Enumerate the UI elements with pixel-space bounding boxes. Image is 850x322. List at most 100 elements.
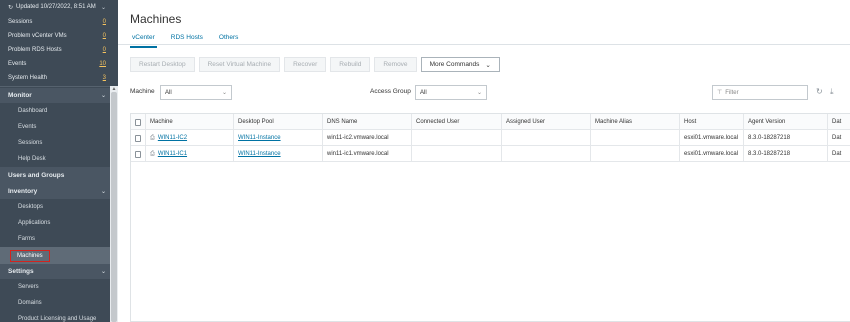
machine-link[interactable]: WIN11-IC1 (158, 151, 187, 157)
access-group-label: Access Group (370, 88, 411, 95)
agent-version-cell: 8.3.0-18287218 (743, 146, 827, 162)
host-cell: esxi01.vmware.local (679, 146, 743, 162)
updated-row[interactable]: ↻ Updated 10/27/2022, 8:51 AM ⌄ (0, 0, 110, 14)
connected-user-cell (411, 130, 501, 146)
sidebar-item-help-desk[interactable]: Help Desk (0, 151, 110, 167)
restart-desktop-button[interactable]: Restart Desktop (130, 57, 195, 72)
sidebar-item-label: Applications (18, 220, 51, 226)
sidebar-item-label: Farms (18, 236, 35, 242)
col-machine-alias[interactable]: Machine Alias (590, 114, 679, 130)
tab-others[interactable]: Others (217, 32, 241, 48)
chevron-down-icon[interactable]: ⌄ (101, 92, 106, 99)
machine-link[interactable]: WIN11-IC2 (158, 135, 187, 141)
sidebar-item-label: Problem RDS Hosts (8, 47, 62, 53)
section-label: Inventory (8, 187, 38, 195)
count-badge[interactable]: 3 (103, 75, 106, 81)
count-badge[interactable]: 10 (99, 61, 106, 67)
filter-bar: Machine All ⌄ Access Group All ⌄ ⊤ Filte… (130, 85, 842, 101)
dat-cell: Dat (827, 130, 850, 146)
sidebar-item-events[interactable]: Events (0, 119, 110, 135)
col-desktop-pool[interactable]: Desktop Pool (233, 114, 322, 130)
export-icon[interactable]: ⤓ (830, 87, 834, 97)
sidebar-item-problem-rds-hosts[interactable]: Problem RDS Hosts 0 (0, 43, 110, 57)
col-machine[interactable]: Machine (145, 114, 233, 130)
col-assigned-user[interactable]: Assigned User (501, 114, 590, 130)
col-agent-version[interactable]: Agent Version (743, 114, 827, 130)
sidebar-scrollbar[interactable] (110, 86, 118, 322)
reset-vm-button[interactable]: Reset Virtual Machine (198, 57, 281, 72)
sidebar-item-events-count[interactable]: Events 10 (0, 57, 110, 71)
chevron-down-icon[interactable]: ⌄ (101, 4, 106, 11)
row-checkbox[interactable] (135, 150, 141, 158)
sidebar-item-sessions-count[interactable]: Sessions 0 (0, 15, 110, 29)
sidebar-item-domains[interactable]: Domains (0, 295, 110, 311)
table-row[interactable]: ⎙ WIN11-IC1 WIN11-Instance win11-ic1.vmw… (131, 146, 850, 162)
sidebar-item-label: Product Licensing and Usage (18, 316, 97, 322)
refresh-icon[interactable]: ↻ (816, 87, 823, 96)
table-header: Machine Desktop Pool DNS Name Connected … (131, 114, 850, 130)
host-cell: esxi01.vmware.local (679, 130, 743, 146)
sidebar-section-monitor[interactable]: Monitor ⌄ (0, 88, 110, 103)
filter-input[interactable]: ⊤ Filter (712, 85, 808, 100)
more-commands-dropdown[interactable]: More Commands ⌄ (420, 57, 500, 72)
scroll-up-icon[interactable]: ▲ (111, 87, 117, 92)
rebuild-button[interactable]: Rebuild (330, 57, 371, 72)
sidebar-item-sessions[interactable]: Sessions (0, 135, 110, 151)
machine-select[interactable]: All ⌄ (160, 85, 232, 100)
access-group-select[interactable]: All ⌄ (415, 85, 487, 100)
sidebar-item-label: System Health (8, 75, 48, 81)
dns-cell: win11-ic2.vmware.local (322, 130, 411, 146)
scrollbar-thumb[interactable] (111, 92, 117, 322)
remove-button[interactable]: Remove (374, 57, 417, 72)
tab-rds-hosts[interactable]: RDS Hosts (169, 32, 205, 48)
sidebar-item-system-health[interactable]: System Health 3 (0, 71, 110, 85)
chevron-down-icon[interactable]: ⌄ (101, 268, 106, 275)
assigned-user-cell (501, 130, 590, 146)
pool-cell: WIN11-Instance (233, 146, 322, 162)
sidebar-item-machines[interactable]: Machines (0, 247, 110, 264)
connected-user-cell (411, 146, 501, 162)
sidebar-item-label: Dashboard (18, 108, 48, 114)
chevron-down-icon: ⌄ (476, 90, 482, 96)
pool-link[interactable]: WIN11-Instance (238, 151, 281, 157)
sidebar-section-users-groups[interactable]: Users and Groups (0, 167, 110, 183)
section-label: Settings (8, 268, 34, 275)
count-badge[interactable]: 0 (103, 19, 106, 25)
filter-placeholder: Filter (725, 89, 739, 96)
col-connected-user[interactable]: Connected User (411, 114, 501, 130)
machines-table: Machine Desktop Pool DNS Name Connected … (130, 113, 850, 322)
pool-link[interactable]: WIN11-Instance (238, 135, 281, 141)
chevron-down-icon[interactable]: ⌄ (101, 188, 106, 195)
sidebar-item-desktops[interactable]: Desktops (0, 199, 110, 215)
col-dns-name[interactable]: DNS Name (322, 114, 411, 130)
table-row[interactable]: ⎙ WIN11-IC2 WIN11-Instance win11-ic2.vmw… (131, 130, 850, 146)
tab-divider (118, 44, 850, 45)
chevron-down-icon: ⌄ (221, 90, 227, 96)
sidebar-item-farms[interactable]: Farms (0, 231, 110, 247)
page-title: Machines (130, 12, 182, 26)
sidebar-section-settings[interactable]: Settings ⌄ (0, 264, 110, 279)
sidebar-item-applications[interactable]: Applications (0, 215, 110, 231)
count-badge[interactable]: 0 (103, 33, 106, 39)
access-group-value: All (420, 89, 427, 96)
sidebar-item-label: Machines (10, 249, 50, 262)
col-dat[interactable]: Dat (827, 114, 850, 130)
sidebar-item-product-licensing[interactable]: Product Licensing and Usage (0, 311, 110, 322)
col-host[interactable]: Host (679, 114, 743, 130)
select-all-checkbox[interactable] (135, 118, 141, 126)
count-badge[interactable]: 0 (103, 47, 106, 53)
refresh-icon[interactable]: ↻ (8, 4, 13, 11)
divider (0, 86, 110, 87)
row-checkbox[interactable] (135, 134, 141, 142)
sidebar-item-servers[interactable]: Servers (0, 279, 110, 295)
section-label: Monitor (8, 92, 32, 99)
recover-button[interactable]: Recover (284, 57, 327, 72)
dat-cell: Dat (827, 146, 850, 162)
tab-vcenter[interactable]: vCenter (130, 32, 157, 48)
sidebar-item-problem-vcenter-vms[interactable]: Problem vCenter VMs 0 (0, 29, 110, 43)
alias-cell (590, 146, 679, 162)
sidebar-section-inventory[interactable]: Inventory ⌄ (0, 183, 110, 199)
sidebar-item-label: Help Desk (18, 156, 46, 162)
sidebar-item-dashboard[interactable]: Dashboard (0, 103, 110, 119)
pool-cell: WIN11-Instance (233, 130, 322, 146)
